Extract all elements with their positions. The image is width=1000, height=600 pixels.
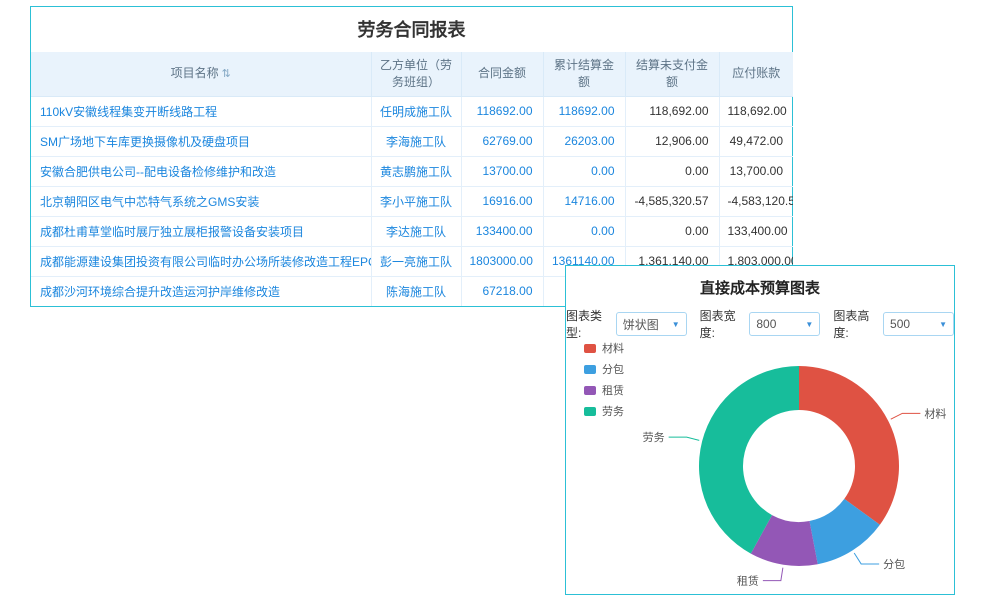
legend-label: 租赁	[602, 382, 624, 398]
chart-panel: 直接成本预算图表 图表类型: 饼状图 ▼ 图表宽度: 800 ▼ 图表高度: 5…	[565, 265, 955, 595]
contract-amount-cell: 16916.00	[461, 186, 543, 216]
pie-slice-label: 材料	[924, 406, 946, 420]
payable-cell: 118,692.00	[719, 96, 793, 126]
sort-icon[interactable]: ⇅	[222, 68, 231, 80]
table-row: 安徽合肥供电公司--配电设备检修维护和改造黄志鹏施工队13700.000.000…	[31, 156, 793, 186]
unpaid-amount-cell: 12,906.00	[625, 126, 719, 156]
settled-amount-cell: 26203.00	[543, 126, 625, 156]
pie-slice-label: 劳务	[643, 431, 665, 444]
pie-slice-材料[interactable]	[799, 366, 899, 525]
labor-contract-report-panel: 劳务合同报表 项目名称⇅ 乙方单位（劳务班组） 合同金额 累计结算金额结算未支付金额 应…	[30, 6, 793, 307]
column-header-contractor: 乙方单位（劳务班组）	[371, 52, 461, 96]
payable-cell: -4,583,120.57	[719, 186, 793, 216]
legend-item-租赁[interactable]: 租赁	[584, 382, 624, 398]
contract-amount-cell: 67218.00	[461, 276, 543, 306]
contractor-cell: 李小平施工队	[371, 186, 461, 216]
legend-item-材料[interactable]: 材料	[584, 340, 624, 356]
pie-slice-label: 租赁	[737, 574, 759, 588]
column-header-settled-amount: 累计结算金额	[543, 52, 625, 96]
pie-label-line	[669, 437, 700, 440]
column-header-contract-amount: 合同金额	[461, 52, 543, 96]
pie-label-line	[891, 413, 921, 419]
contract-amount-cell: 133400.00	[461, 216, 543, 246]
contractor-cell: 李达施工队	[371, 216, 461, 246]
legend-marker	[584, 365, 596, 374]
column-header-label: 乙方单位（劳务班组）	[380, 58, 452, 89]
settled-amount-cell: 0.00	[543, 216, 625, 246]
contractor-cell: 陈海施工队	[371, 276, 461, 306]
chart-legend: 材料分包租赁劳务	[584, 340, 624, 424]
column-header-label: 结算未支付金额	[636, 58, 708, 89]
unpaid-amount-cell: 118,692.00	[625, 96, 719, 126]
legend-item-劳务[interactable]: 劳务	[584, 403, 624, 419]
legend-item-分包[interactable]: 分包	[584, 361, 624, 377]
unpaid-amount-cell: 0.00	[625, 216, 719, 246]
table-row: SM广场地下车库更换摄像机及硬盘项目李海施工队62769.0026203.001…	[31, 126, 793, 156]
table-row: 成都杜甫草堂临时展厅独立展柜报警设备安装项目李达施工队133400.000.00…	[31, 216, 793, 246]
contract-amount-cell: 62769.00	[461, 126, 543, 156]
unpaid-amount-cell: 0.00	[625, 156, 719, 186]
pie-label-line	[763, 568, 783, 581]
chart-panel-title: 直接成本预算图表	[566, 266, 954, 307]
column-header-label: 项目名称	[171, 66, 219, 80]
table-row: 110kV安徽线程集变开断线路工程任明成施工队118692.00118692.0…	[31, 96, 793, 126]
legend-label: 劳务	[602, 403, 624, 419]
column-header-label: 累计结算金额	[554, 58, 614, 89]
payable-cell: 13,700.00	[719, 156, 793, 186]
settled-amount-cell: 0.00	[543, 156, 625, 186]
pie-slice-label: 分包	[883, 558, 905, 571]
pie-label-line	[854, 553, 879, 564]
table-header-row: 项目名称⇅ 乙方单位（劳务班组） 合同金额 累计结算金额结算未支付金额 应付账款	[31, 52, 793, 96]
legend-label: 分包	[602, 361, 624, 377]
project-name-cell[interactable]: 北京朝阳区电气中芯特气系统之GMS安装	[31, 186, 371, 216]
project-name-cell[interactable]: 110kV安徽线程集变开断线路工程	[31, 96, 371, 126]
contractor-cell: 彭一亮施工队	[371, 246, 461, 276]
column-header-label: 应付账款	[732, 66, 780, 80]
contractor-cell: 李海施工队	[371, 126, 461, 156]
contract-amount-cell: 118692.00	[461, 96, 543, 126]
table-row: 北京朝阳区电气中芯特气系统之GMS安装李小平施工队16916.0014716.0…	[31, 186, 793, 216]
project-name-cell[interactable]: 成都能源建设集团投资有限公司临时办公场所装修改造工程EPC	[31, 246, 371, 276]
column-header-unpaid-amount: 结算未支付金额	[625, 52, 719, 96]
legend-label: 材料	[602, 340, 624, 356]
settled-amount-cell: 118692.00	[543, 96, 625, 126]
project-name-cell[interactable]: 安徽合肥供电公司--配电设备检修维护和改造	[31, 156, 371, 186]
contract-amount-cell: 13700.00	[461, 156, 543, 186]
legend-marker	[584, 407, 596, 416]
contractor-cell: 黄志鹏施工队	[371, 156, 461, 186]
unpaid-amount-cell: -4,585,320.57	[625, 186, 719, 216]
payable-cell: 133,400.00	[719, 216, 793, 246]
page: { "report": { "title": "劳务合同报表", "column…	[0, 0, 1000, 600]
project-name-cell[interactable]: 成都沙河环境综合提升改造运河护岸维修改造	[31, 276, 371, 306]
contractor-cell: 任明成施工队	[371, 96, 461, 126]
column-header-project-name: 项目名称⇅	[31, 52, 371, 96]
payable-cell: 49,472.00	[719, 126, 793, 156]
report-title: 劳务合同报表	[31, 7, 792, 52]
project-name-cell[interactable]: SM广场地下车库更换摄像机及硬盘项目	[31, 126, 371, 156]
column-header-payable: 应付账款	[719, 52, 793, 96]
project-name-cell[interactable]: 成都杜甫草堂临时展厅独立展柜报警设备安装项目	[31, 216, 371, 246]
column-header-label: 合同金额	[478, 66, 526, 80]
settled-amount-cell: 14716.00	[543, 186, 625, 216]
legend-marker	[584, 344, 596, 353]
donut-chart: 材料分包租赁劳务	[566, 324, 954, 592]
legend-marker	[584, 386, 596, 395]
contract-amount-cell: 1803000.00	[461, 246, 543, 276]
